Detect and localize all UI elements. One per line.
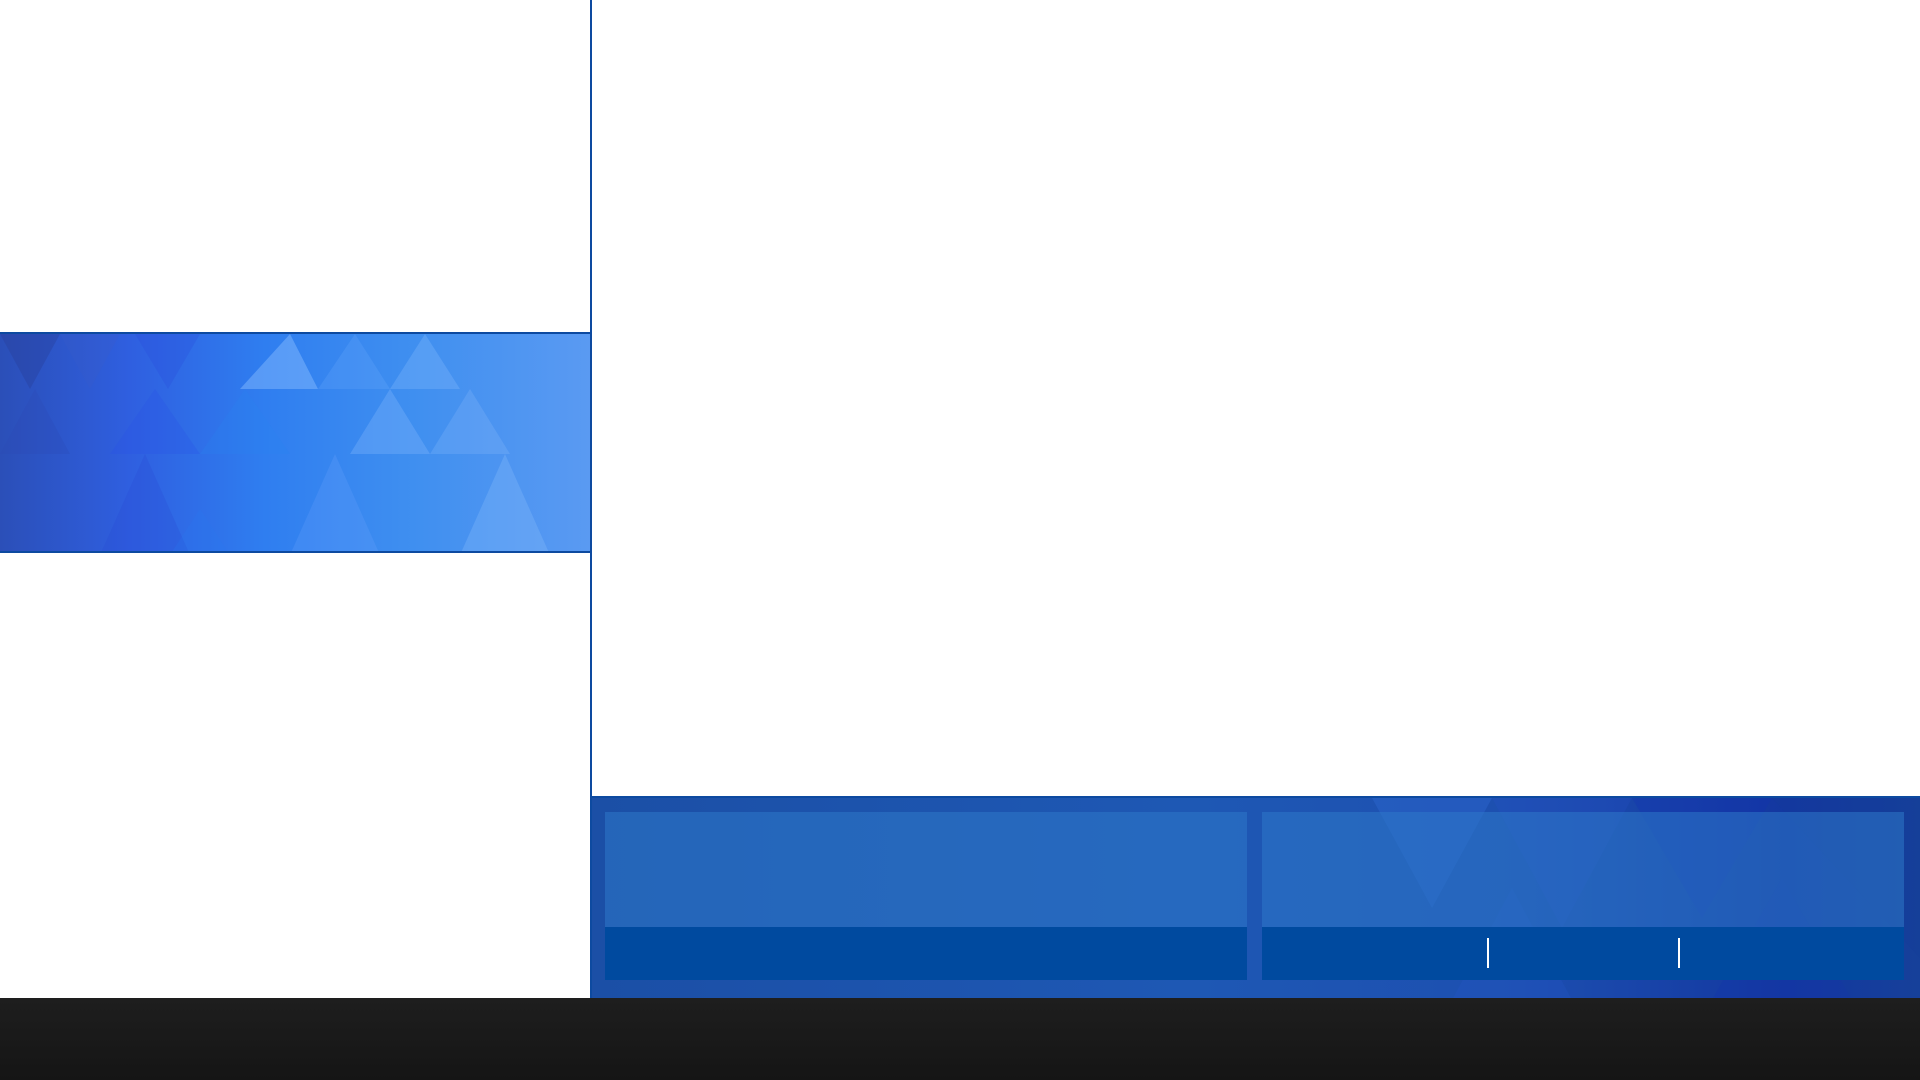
action-tile-right-face[interactable] xyxy=(1262,812,1904,927)
left-panel-top-area xyxy=(0,0,590,332)
text-separator-2 xyxy=(1678,938,1680,968)
action-tile-left-label-bar[interactable] xyxy=(605,927,1247,980)
action-tile-right[interactable] xyxy=(1262,812,1904,980)
action-tile-right-label-bar[interactable] xyxy=(1262,927,1904,980)
left-panel xyxy=(0,0,592,998)
right-content-area xyxy=(592,0,1920,796)
text-separator-1 xyxy=(1487,938,1489,968)
left-banner xyxy=(0,332,590,553)
desktop-screen xyxy=(0,0,1920,1080)
left-panel-bottom-area xyxy=(0,553,590,998)
action-tile-left-face[interactable] xyxy=(605,812,1247,927)
action-area xyxy=(592,796,1920,998)
taskbar[interactable] xyxy=(0,998,1920,1080)
banner-triangle-pattern xyxy=(0,334,549,551)
action-tile-left[interactable] xyxy=(605,812,1247,980)
